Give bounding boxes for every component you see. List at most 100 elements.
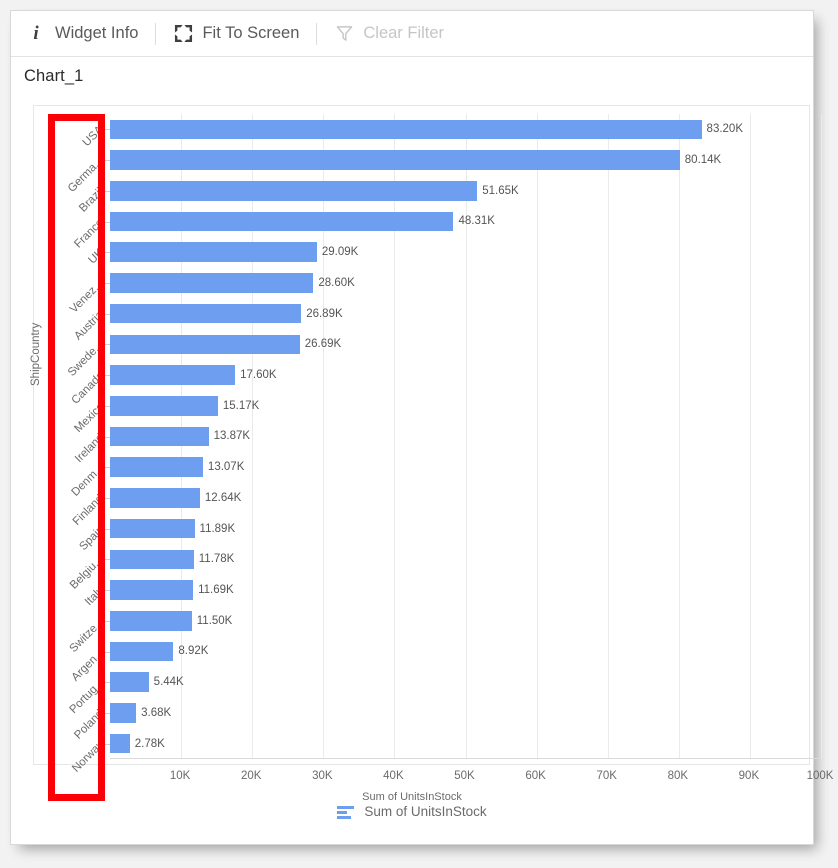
- bar[interactable]: [110, 180, 478, 201]
- bar-row[interactable]: 3.68K: [110, 703, 821, 723]
- bar[interactable]: [110, 273, 314, 293]
- bar[interactable]: [110, 457, 203, 478]
- bar-row[interactable]: 83.20K: [110, 119, 821, 140]
- bar[interactable]: [110, 303, 302, 324]
- chart-container: ShipCountry 83.20K 80.14K 51.65K 48.31K 29.0…: [22, 98, 833, 828]
- bar-row[interactable]: 2.78K: [110, 733, 821, 754]
- bar[interactable]: [110, 150, 680, 170]
- bar-row[interactable]: 12.64K: [110, 488, 821, 508]
- widget-card: i Widget Info Fit To Screen Clear Filter…: [10, 10, 833, 845]
- bar[interactable]: [110, 242, 317, 263]
- bar-row[interactable]: 80.14K: [110, 150, 821, 170]
- app-root: i Widget Info Fit To Screen Clear Filter…: [0, 0, 838, 868]
- bar[interactable]: [110, 211, 454, 232]
- bar[interactable]: [110, 334, 300, 355]
- bar[interactable]: [110, 488, 200, 508]
- fit-to-screen-button[interactable]: Fit To Screen: [169, 19, 303, 49]
- bar[interactable]: [110, 641, 174, 662]
- category-tickmark: [104, 160, 110, 162]
- bar-row[interactable]: 28.60K: [110, 273, 821, 293]
- x-axis-line: [110, 758, 821, 759]
- bar-row[interactable]: 11.69K: [110, 580, 821, 600]
- widget-info-label: Widget Info: [55, 24, 139, 42]
- bar-row[interactable]: 48.31K: [110, 211, 821, 232]
- bar-value-label: 26.89K: [306, 307, 343, 320]
- toolbar-divider-1: [155, 22, 157, 45]
- bar-row[interactable]: 15.17K: [110, 395, 821, 416]
- bar-row[interactable]: 26.69K: [110, 334, 821, 355]
- bar[interactable]: [110, 518, 195, 539]
- bar[interactable]: [110, 733, 130, 754]
- bar[interactable]: [110, 703, 137, 723]
- category-label: Norway: [70, 738, 107, 775]
- x-tick-label: 50K: [454, 770, 475, 782]
- category-label: USA: [81, 124, 107, 150]
- clear-filter-label: Clear Filter: [363, 24, 445, 42]
- x-tick-label: 40K: [383, 770, 404, 782]
- bar-value-label: 83.20K: [706, 123, 743, 136]
- x-tick-label: 100K: [806, 770, 834, 782]
- bar-row[interactable]: 5.44K: [110, 672, 821, 693]
- bar[interactable]: [110, 672, 149, 693]
- bar-value-label: 11.69K: [198, 584, 234, 597]
- category-tickmark: [104, 282, 110, 284]
- bar-value-label: 5.44K: [153, 676, 184, 689]
- widget-toolbar: i Widget Info Fit To Screen Clear Filter: [11, 11, 813, 57]
- bar-row[interactable]: 13.87K: [110, 426, 821, 447]
- bar[interactable]: [110, 426, 209, 447]
- bar[interactable]: [110, 365, 236, 385]
- plot-area: 83.20K 80.14K 51.65K 48.31K 29.09K 28.60K 26.8…: [104, 114, 822, 759]
- bar-value-label: 48.31K: [458, 215, 495, 228]
- bar-value-label: 11.50K: [196, 614, 233, 627]
- bar-row[interactable]: 13.07K: [110, 457, 821, 478]
- bar-row[interactable]: 11.50K: [110, 610, 821, 631]
- category-tickmark: [104, 743, 110, 745]
- x-tick-label: 30K: [312, 770, 333, 782]
- clear-filter-button[interactable]: Clear Filter: [330, 19, 448, 49]
- legend-label: Sum of UnitsInStock: [364, 804, 487, 819]
- bar[interactable]: [110, 395, 218, 416]
- bar-row[interactable]: 26.89K: [110, 303, 821, 324]
- x-axis-title: Sum of UnitsInStock: [362, 791, 462, 803]
- category-tickmark: [104, 497, 110, 499]
- category-label: Ireland: [72, 431, 107, 465]
- widget-info-button[interactable]: i Widget Info: [22, 19, 142, 49]
- x-tick-label: 60K: [525, 770, 546, 782]
- category-tickmark: [104, 436, 110, 438]
- bar-value-label: 11.78K: [198, 553, 235, 566]
- x-tick-label: 70K: [596, 770, 617, 782]
- category-label: Belgiu...: [68, 554, 107, 592]
- info-icon: i: [33, 23, 39, 44]
- plot-frame: ShipCountry 83.20K 80.14K 51.65K 48.31K 29.0…: [30, 105, 822, 774]
- bar-row[interactable]: 11.89K: [110, 518, 821, 539]
- bar-value-label: 28.60K: [318, 276, 355, 289]
- bar-row[interactable]: 11.78K: [110, 549, 821, 570]
- category-tickmark: [104, 313, 110, 315]
- bar-row[interactable]: 8.92K: [110, 641, 821, 662]
- category-tickmark: [104, 559, 110, 561]
- bar[interactable]: [110, 610, 192, 631]
- category-label: Spain: [76, 523, 107, 553]
- bar[interactable]: [110, 580, 194, 600]
- legend-swatch-icon: [337, 805, 355, 819]
- bar-row[interactable]: 29.09K: [110, 242, 821, 263]
- fit-to-screen-label: Fit To Screen: [202, 24, 300, 42]
- bar-row[interactable]: 17.60K: [110, 365, 821, 385]
- bar-value-label: 3.68K: [141, 706, 172, 719]
- x-tick-label: 10K: [169, 770, 191, 782]
- category-label: Venez...: [68, 277, 107, 316]
- bar-value-label: 29.09K: [321, 246, 359, 259]
- x-tick-label: 20K: [240, 770, 262, 782]
- bar[interactable]: [110, 119, 702, 140]
- bar-value-label: 12.64K: [204, 491, 242, 504]
- chart-legend[interactable]: Sum of UnitsInStock: [22, 804, 802, 819]
- bar[interactable]: [110, 549, 194, 570]
- gridline: [821, 114, 822, 759]
- category-label: France: [72, 216, 107, 251]
- bar-value-label: 11.89K: [199, 522, 236, 535]
- page-title: Chart_1: [24, 67, 84, 85]
- y-axis-title: ShipCountry: [30, 322, 42, 386]
- category-tickmark: [104, 190, 110, 192]
- bar-row[interactable]: 51.65K: [110, 180, 821, 201]
- filter-icon: [334, 24, 354, 44]
